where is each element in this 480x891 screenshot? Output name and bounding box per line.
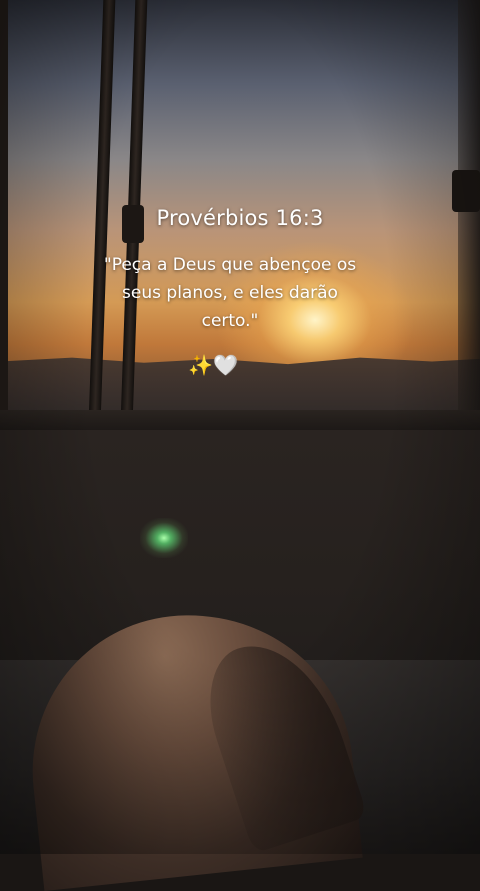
white-heart-icon: 🤍 [213, 353, 238, 377]
verse-reference: Provérbios 16:3 [156, 206, 324, 230]
text-overlay: Provérbios 16:3 "Peça a Deus que abençoe… [0, 0, 480, 854]
emoji-row: ✨🤍 [0, 353, 426, 377]
verse-quote: "Peça a Deus que abençoe os seus planos,… [103, 255, 357, 331]
sparkles-icon: ✨ [188, 353, 213, 377]
